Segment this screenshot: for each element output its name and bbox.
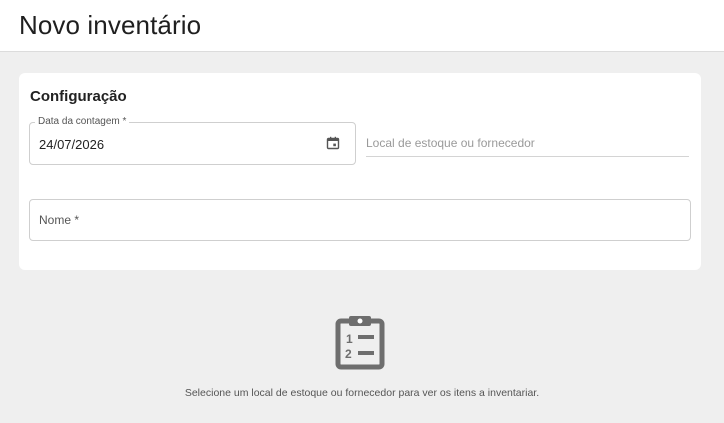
count-date-label: Data da contagem *	[35, 116, 130, 128]
svg-text:2: 2	[345, 347, 352, 361]
empty-state-message: Selecione um local de estoque ou fornece…	[184, 387, 540, 399]
stock-location-field[interactable]	[366, 131, 689, 157]
count-date-field[interactable]: Data da contagem * 24/07/2026	[29, 116, 356, 165]
section-title: Configuração	[30, 88, 127, 105]
name-field[interactable]	[29, 199, 691, 241]
configuration-card: Configuração Data da contagem * 24/07/20…	[19, 73, 701, 270]
name-input[interactable]	[30, 200, 690, 240]
calendar-icon[interactable]	[326, 136, 340, 150]
page-title: Novo inventário	[19, 10, 202, 40]
stock-location-input[interactable]	[366, 131, 689, 155]
clipboard-list-icon: 1 2	[334, 314, 386, 370]
app-header: Novo inventário	[0, 0, 724, 52]
count-date-value[interactable]: 24/07/2026	[39, 137, 104, 152]
svg-text:1: 1	[346, 332, 353, 346]
